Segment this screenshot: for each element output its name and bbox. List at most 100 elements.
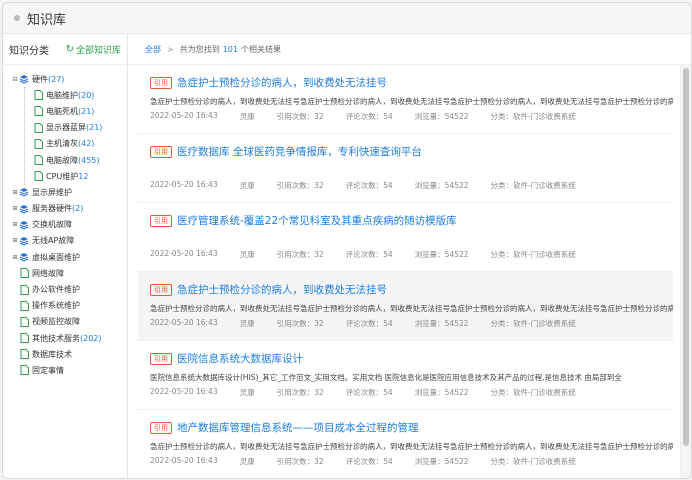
result-title-link[interactable]: 急症护士预检分诊的病人，到收费处无法挂号 <box>177 75 387 90</box>
file-icon <box>33 138 43 149</box>
result-header: 引用 医院信息系统大数据库设计 <box>150 351 303 366</box>
tree-child-node[interactable]: CPU维护 12 <box>3 168 127 184</box>
cite-tag[interactable]: 引用 <box>150 352 172 365</box>
tree-child-node[interactable]: 显示器蓝屏 (21) <box>3 120 127 136</box>
window-dot-icon <box>14 15 20 21</box>
expand-icon[interactable]: ⊞ <box>11 189 19 196</box>
breadcrumb: 全部 > 共为您找到 101 个相关结果 <box>128 34 691 65</box>
tree-node-label: 办公软件维护 <box>32 285 80 295</box>
cite-tag[interactable]: 引用 <box>150 283 172 296</box>
result-views: 浏览量：54522 <box>414 457 469 466</box>
tree-child-node[interactable]: 电脑死机 (21) <box>3 103 127 119</box>
result-title-link[interactable]: 急症护士预检分诊的病人，到收费处无法挂号 <box>177 282 387 297</box>
tree-node-label: 显示屏维护 <box>32 187 72 197</box>
result-date: 2022-05-20 16:43 <box>150 387 218 396</box>
result-item[interactable]: 引用 急症护士预检分诊的病人，到收费处无法挂号 急症护士预检分诊的病人，到收费处无法… <box>138 272 673 341</box>
tree-node-count: (42) <box>78 139 95 149</box>
tree-node[interactable]: 固定事情 <box>3 362 127 378</box>
tree-node-label: 服务器硬件 <box>32 204 72 214</box>
tree-node-count: (455) <box>78 155 100 165</box>
result-views: 浏览量：54522 <box>414 319 469 328</box>
result-cite-count: 引用次数：32 <box>276 319 324 328</box>
result-item[interactable]: 引用 急症护士预检分诊的病人，到收费处无法挂号 急症护士预检分诊的病人，到收费处无法… <box>138 65 673 134</box>
result-snippet: 医院信息系统大数据库设计(HIS)_其它_工作范文_实用文档。实用文档 医院信息… <box>150 373 622 382</box>
tree-node-count: (21) <box>78 106 95 116</box>
file-icon <box>19 316 29 327</box>
all-knowledge-base-button[interactable]: ↻ 全部知识库 <box>66 43 121 56</box>
result-meta: 2022-05-20 16:43 灵康 引用次数：32 评论次数：54 浏览量：5452… <box>150 111 598 122</box>
sidebar-header: 知识分类 ↻ 全部知识库 <box>3 34 127 65</box>
result-cite-count: 引用次数：32 <box>276 181 324 190</box>
file-icon <box>19 268 29 279</box>
result-count: 101 <box>222 44 238 54</box>
tree-node-count: (2) <box>72 204 84 214</box>
result-category: 分类：软件-门诊收费系统 <box>490 457 576 466</box>
layers-icon <box>19 74 29 84</box>
expand-icon[interactable]: ⊞ <box>11 237 19 244</box>
cite-tag[interactable]: 引用 <box>150 421 172 434</box>
refresh-icon: ↻ <box>65 43 74 55</box>
result-date: 2022-05-20 16:43 <box>150 318 218 327</box>
tree-node-label: 固定事情 <box>32 365 64 375</box>
cite-tag[interactable]: 引用 <box>150 214 172 227</box>
result-meta: 2022-05-20 16:43 灵康 引用次数：32 评论次数：54 浏览量：5452… <box>150 387 598 398</box>
result-item[interactable]: 引用 医院信息系统大数据库设计医院信息系统大数据库设计(HIS)_其它_工作范文_… <box>138 341 673 410</box>
tree-node[interactable]: 视频监控故障 <box>3 314 127 330</box>
all-knowledge-base-label: 全部知识库 <box>75 45 121 56</box>
tree-node[interactable]: ⊞ 交换机故障 <box>3 217 127 233</box>
result-title-link[interactable]: 地产数据库管理信息系统——项目成本全过程的管理 <box>177 420 419 435</box>
result-item[interactable]: 引用 地产数据库管理信息系统——项目成本全过程的管理 急症护士预检分诊的病人，到收费… <box>138 410 673 478</box>
tree-node-label: 无线AP故障 <box>32 236 75 246</box>
scrollbar-thumb[interactable] <box>683 68 689 446</box>
result-author: 灵康 <box>239 319 255 328</box>
tree-node[interactable]: ⊞ 服务器硬件 (2) <box>3 201 127 217</box>
result-views: 浏览量：54522 <box>414 181 469 190</box>
tree-node[interactable]: 网络故障 <box>3 265 127 281</box>
result-comment-count: 评论次数：54 <box>345 181 393 190</box>
expand-icon[interactable]: ⊞ <box>11 254 19 261</box>
result-header: 引用 急症护士预检分诊的病人，到收费处无法挂号 <box>150 75 387 90</box>
tree-node-label: 操作系统维护 <box>32 301 80 311</box>
tree-node-count: (21) <box>86 123 103 133</box>
layers-icon <box>19 236 29 246</box>
result-views: 浏览量：54522 <box>414 388 469 397</box>
layers-icon <box>19 187 29 197</box>
result-cite-count: 引用次数：32 <box>276 388 324 397</box>
result-comment-count: 评论次数：54 <box>345 457 393 466</box>
tree-node[interactable]: ⊟ 硬件 (27) <box>3 71 127 87</box>
cite-tag[interactable]: 引用 <box>150 145 172 158</box>
result-title-link[interactable]: 医院信息系统大数据库设计 <box>177 351 303 366</box>
result-category: 分类：软件-门诊收费系统 <box>490 112 576 121</box>
result-cite-count: 引用次数：32 <box>276 112 324 121</box>
file-icon <box>19 300 29 311</box>
category-sidebar: 知识分类 ↻ 全部知识库 ⊟ 硬件 (27) 电脑维护 (20) 电脑死机 (21) 显示器蓝… <box>3 34 128 478</box>
tree-node[interactable]: 办公软件维护 <box>3 281 127 297</box>
result-item[interactable]: 引用 医疗管理系统-覆盖22个常见科室及其重点疾病的随访模版库 2022-05-20… <box>138 203 673 272</box>
collapse-icon[interactable]: ⊟ <box>11 76 19 83</box>
tree-node[interactable]: ⊞ 虚拟桌面维护 <box>3 249 127 265</box>
tree-node-label: 数据库技术 <box>32 349 72 359</box>
tree-node-label: 网络故障 <box>32 268 64 278</box>
result-title-link[interactable]: 医疗管理系统-覆盖22个常见科室及其重点疾病的随访模版库 <box>177 213 457 228</box>
cite-tag[interactable]: 引用 <box>150 76 172 89</box>
expand-icon[interactable]: ⊞ <box>11 205 19 212</box>
tree-node-label: 电脑死机 <box>46 106 78 116</box>
expand-icon[interactable]: ⊞ <box>11 221 19 228</box>
result-meta: 2022-05-20 16:43 灵康 引用次数：32 评论次数：54 浏览量：5452… <box>150 456 598 467</box>
tree-node-label: 显示器蓝屏 <box>46 123 86 133</box>
tree-node[interactable]: 数据库技术 <box>3 346 127 362</box>
tree-node[interactable]: ⊞ 无线AP故障 <box>3 233 127 249</box>
result-title-link[interactable]: 医疗数据库 全球医药竞争情报库，专利快速查询平台 <box>177 144 422 159</box>
result-item[interactable]: 引用 医疗数据库 全球医药竞争情报库，专利快速查询平台 2022-05-20 16:… <box>138 134 673 203</box>
tree-node-label: CPU维护 <box>46 171 79 181</box>
scrollbar[interactable] <box>680 64 691 478</box>
tree-child-node[interactable]: 电脑故障 (455) <box>3 152 127 168</box>
result-comment-count: 评论次数：54 <box>345 250 393 259</box>
tree-node[interactable]: 其他技术服务 (202) <box>3 330 127 346</box>
tree-child-node[interactable]: 电脑维护 (20) <box>3 87 127 103</box>
result-cite-count: 引用次数：32 <box>276 250 324 259</box>
breadcrumb-all-link[interactable]: 全部 <box>145 44 161 55</box>
tree-child-node[interactable]: 主机清灰 (42) <box>3 136 127 152</box>
tree-node[interactable]: ⊞ 显示屏维护 <box>3 184 127 200</box>
tree-node[interactable]: 操作系统维护 <box>3 298 127 314</box>
